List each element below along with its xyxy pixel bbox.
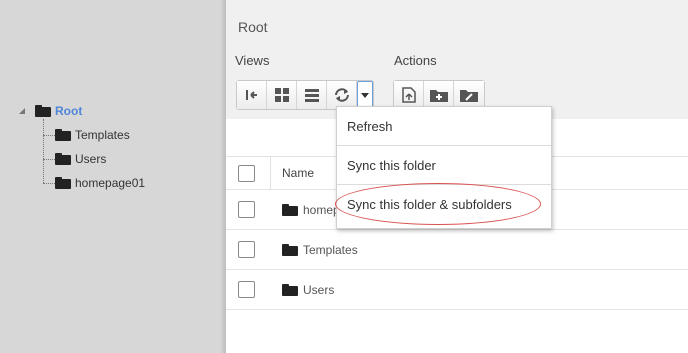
folder-tree-panel: Root Templates Users homepage01	[0, 0, 226, 353]
upload-file-icon	[401, 87, 416, 103]
tree-item-templates[interactable]: Templates	[55, 127, 130, 143]
row-name: Templates	[303, 242, 358, 257]
grid-view-button[interactable]	[267, 81, 297, 109]
row-name: Users	[303, 282, 335, 297]
sync-dropdown-menu: Refresh Sync this folder Sync this folde…	[336, 106, 552, 229]
list-icon	[304, 89, 319, 102]
new-folder-button[interactable]	[424, 81, 454, 109]
page-title: Root	[238, 19, 268, 35]
row-name-cell: Users	[282, 283, 334, 297]
row-name-cell: Templates	[282, 243, 358, 257]
actions-label: Actions	[394, 53, 437, 68]
edit-folder-icon	[460, 90, 478, 102]
grid-icon	[274, 88, 289, 102]
sync-icon	[334, 88, 349, 102]
row-checkbox[interactable]	[238, 201, 255, 218]
new-folder-icon	[429, 90, 448, 102]
column-header-name[interactable]: Name	[282, 166, 314, 180]
tree-item-homepage01[interactable]: homepage01	[55, 175, 145, 191]
folder-icon	[35, 105, 51, 117]
tree-item-root[interactable]: Root	[35, 103, 82, 119]
row-name-cell: homep	[282, 203, 340, 217]
folder-icon	[55, 129, 71, 141]
tree-item-users[interactable]: Users	[55, 151, 106, 167]
folder-icon	[55, 153, 71, 165]
menu-item-sync-folder[interactable]: Sync this folder	[337, 146, 551, 185]
select-all-checkbox[interactable]	[238, 164, 255, 182]
row-checkbox[interactable]	[238, 281, 255, 298]
views-label: Views	[235, 53, 270, 68]
folder-icon	[55, 177, 71, 189]
column-divider	[270, 157, 271, 190]
list-view-button[interactable]	[297, 81, 327, 109]
tree-item-label: homepage01	[75, 176, 146, 190]
tree-item-label: Users	[75, 152, 107, 166]
sync-dropdown-button[interactable]	[357, 81, 373, 109]
folder-icon	[282, 243, 298, 256]
row-checkbox[interactable]	[238, 241, 255, 258]
menu-item-refresh[interactable]: Refresh	[337, 107, 551, 146]
sync-button[interactable]	[327, 81, 357, 109]
collapse-panel-button[interactable]	[237, 81, 267, 109]
tree-connector	[43, 183, 55, 184]
table-row[interactable]: Templates	[226, 230, 688, 270]
collapse-panel-icon	[245, 90, 257, 100]
menu-item-sync-folder-subfolders[interactable]: Sync this folder & subfolders	[337, 185, 551, 224]
row-name: homep	[303, 202, 340, 217]
rename-folder-button[interactable]	[454, 81, 484, 109]
caret-down-icon	[361, 92, 369, 98]
tree-item-label: Root	[55, 104, 83, 118]
table-row[interactable]: Users	[226, 270, 688, 310]
tree-connector	[43, 135, 55, 136]
tree-connector	[43, 159, 55, 160]
folder-icon	[282, 283, 298, 296]
upload-file-button[interactable]	[394, 81, 424, 109]
tree-item-label: Templates	[75, 128, 130, 142]
folder-icon	[282, 203, 298, 216]
collapse-arrow-icon[interactable]	[19, 108, 25, 114]
tree-connector	[43, 119, 44, 183]
